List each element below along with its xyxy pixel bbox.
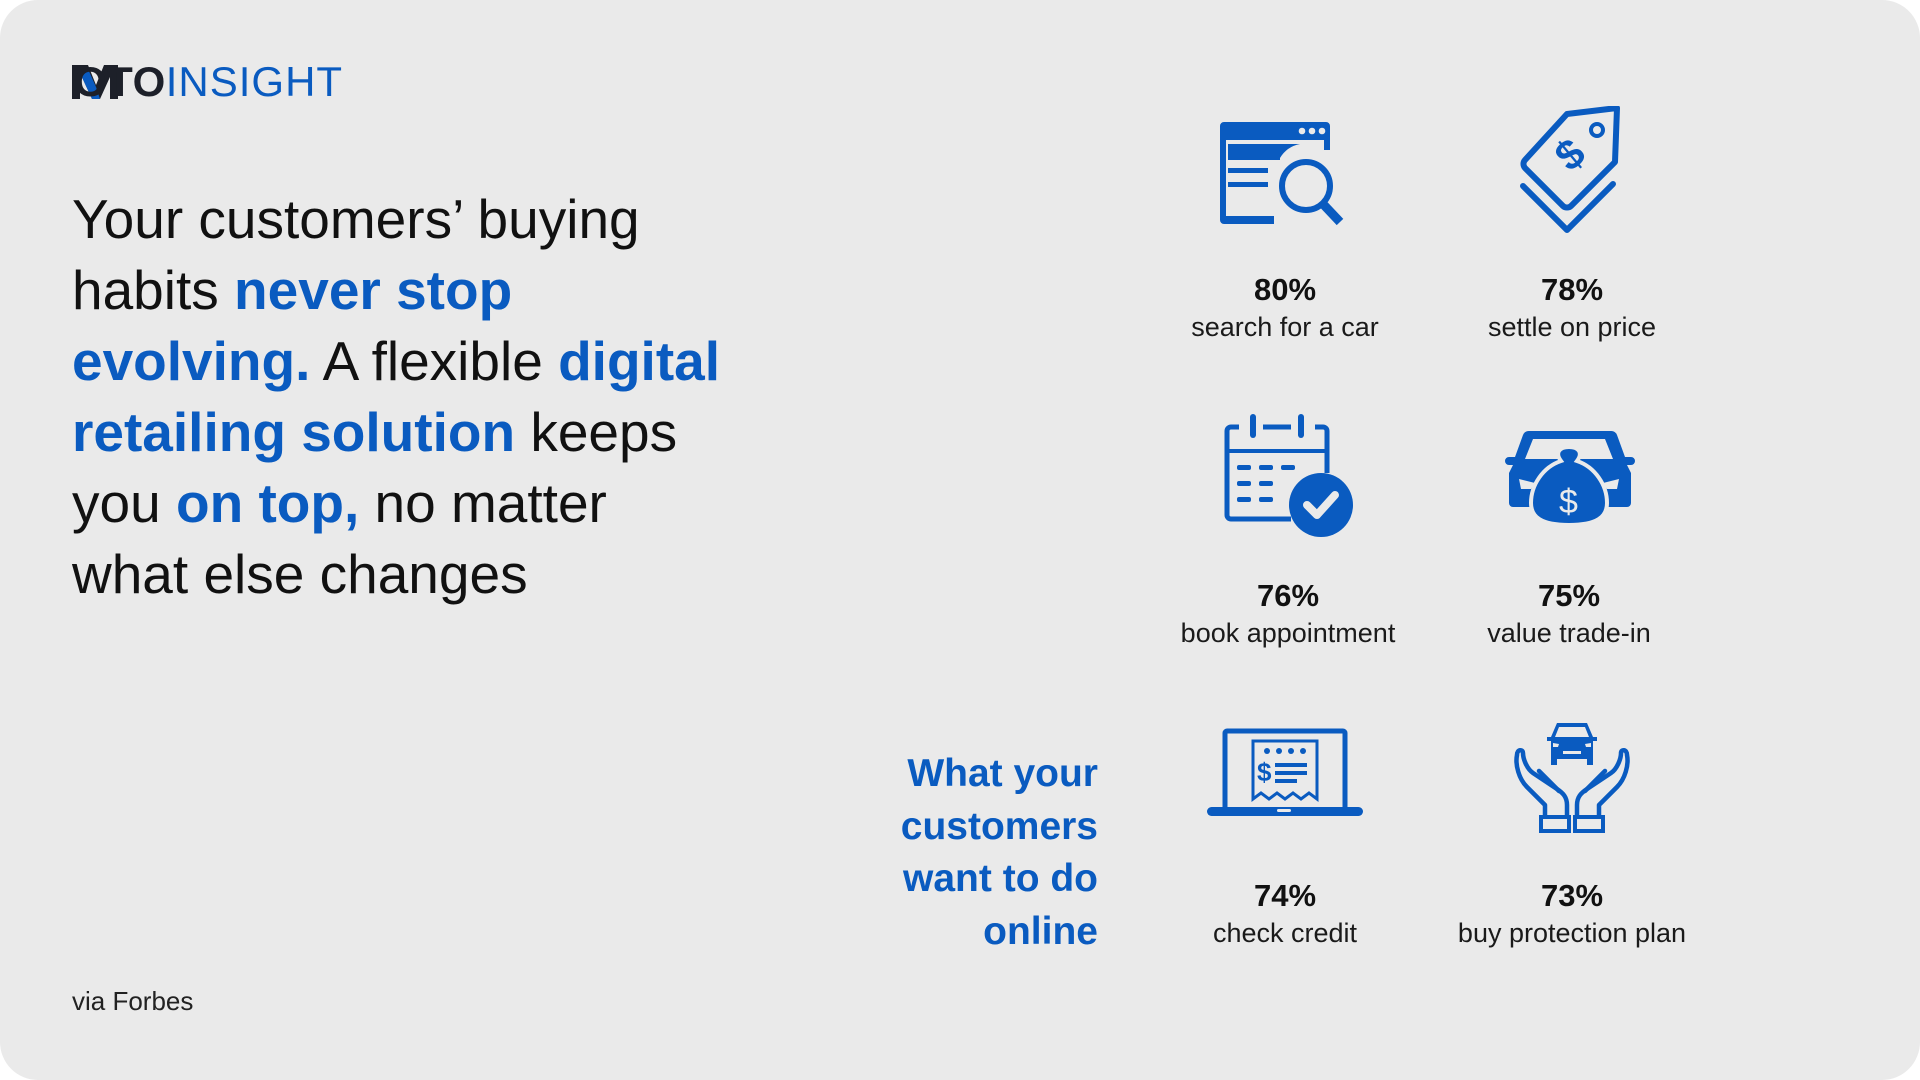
headline-highlight: retailing solution: [72, 401, 516, 463]
headline-highlight: digital: [558, 330, 721, 392]
headline-text: no matter: [359, 472, 607, 534]
headline-text: what else changes: [72, 543, 528, 605]
infographic-card: MOTO OTO INSIGHT Your customers’ buying …: [0, 0, 1920, 1080]
headline-text: keeps: [515, 401, 678, 463]
laptop-receipt-icon: $: [1207, 728, 1363, 816]
source-credit: via Forbes: [72, 986, 194, 1016]
stat-label: check credit: [1212, 918, 1358, 948]
side-title-line: want to do: [903, 857, 1098, 900]
headline-text: you: [72, 472, 176, 534]
stat-percent: 75%: [1537, 578, 1601, 613]
stat-label: buy protection plan: [1457, 918, 1687, 948]
side-title-line: What your: [907, 752, 1098, 795]
stat-book-appointment: 76% book appointment: [1138, 413, 1438, 653]
headline-line: retailing solution keeps: [72, 397, 792, 468]
price-tag-icon: $: [1520, 106, 1620, 233]
svg-text:$: $: [1559, 483, 1578, 521]
headline-text: A flexible: [310, 330, 559, 392]
headline-highlight: on top,: [175, 472, 360, 534]
side-title-line: customers: [900, 804, 1098, 848]
headline-highlight: evolving.: [72, 330, 311, 392]
headline-line: evolving. A flexible digital: [72, 326, 792, 397]
side-title-line: online: [983, 909, 1098, 953]
stat-label: search for a car: [1191, 312, 1379, 342]
headline-line: what else changes: [72, 539, 792, 610]
headline-text: Your customers’ buying: [72, 188, 640, 250]
headline-highlight: never stop: [234, 259, 513, 321]
calendar-check-icon: [1224, 414, 1353, 537]
stat-search-for-car: 80% search for a car: [1135, 110, 1435, 350]
stat-percent: 78%: [1540, 272, 1604, 307]
stat-percent: 76%: [1256, 578, 1320, 613]
headline-line: you on top, no matter: [72, 468, 792, 539]
side-title: What your customers want to do online: [820, 748, 1098, 958]
stat-label: settle on price: [1487, 312, 1657, 342]
stat-settle-on-price: $ 78% settle on price: [1422, 106, 1722, 350]
logo-moto: MOTO OTO: [72, 58, 166, 106]
stat-percent: 74%: [1253, 878, 1317, 913]
logo-insight-text: INSIGHT: [165, 58, 344, 105]
stat-check-credit: $ 74% check credit: [1135, 713, 1435, 953]
moto-insight-logo: MOTO OTO INSIGHT: [72, 58, 343, 105]
svg-text:$: $: [1546, 129, 1594, 180]
headline-text: habits: [72, 259, 235, 321]
stat-label: value trade-in: [1487, 618, 1651, 648]
headline-line: Your customers’ buying: [72, 184, 792, 255]
stat-percent: 80%: [1253, 272, 1317, 307]
stat-label: book appointment: [1180, 618, 1396, 648]
headline: Your customers’ buying habits never stop…: [72, 184, 792, 610]
browser-search-icon: [1220, 122, 1344, 226]
stat-percent: 73%: [1540, 878, 1604, 913]
stat-value-trade-in: $ 75% value trade-in: [1419, 413, 1719, 653]
stat-buy-protection-plan: 73% buy protection plan: [1422, 713, 1722, 953]
hands-car-icon: [1514, 723, 1630, 833]
svg-text:$: $: [1257, 757, 1272, 787]
car-money-bag-icon: $: [1505, 430, 1635, 527]
logo-oto-text: OTO: [74, 58, 166, 105]
headline-line: habits never stop: [72, 255, 792, 326]
